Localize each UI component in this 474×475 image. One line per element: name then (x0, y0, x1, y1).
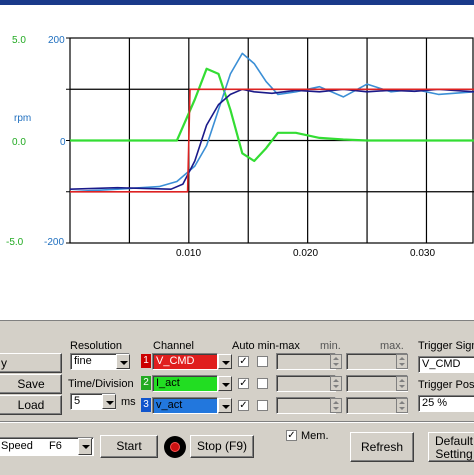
resolution-label: Resolution (70, 340, 122, 352)
auto-minmax-label: Auto min-max (232, 340, 300, 352)
trigger-position-input[interactable]: 25 % (418, 395, 474, 412)
channel-number: 2 (141, 376, 151, 390)
time-division-label: Time/Division (68, 378, 134, 390)
channel-number: 3 (141, 398, 151, 412)
channel-2-max-spinner[interactable] (396, 376, 408, 391)
left-axis-2-tick-mid: 0 (60, 137, 66, 148)
channel-3-min-field[interactable] (276, 397, 336, 414)
channel-3-min-spinner[interactable] (330, 398, 342, 413)
time-division-unit: ms (121, 396, 136, 408)
channel-1-auto-checkbox[interactable]: ✓ (238, 356, 249, 367)
trigger-position-label: Trigger Posit (418, 379, 474, 391)
refresh-button[interactable]: Refresh (350, 432, 414, 462)
channel-1-min-spinner[interactable] (330, 354, 342, 369)
x-tick-label: 0.010 (176, 248, 202, 259)
channel-1-max-spinner[interactable] (396, 354, 408, 369)
left-axis-2-unit: rpm (14, 113, 32, 124)
channel-label: Channel (153, 340, 194, 352)
left-axis-1-tick-top: 5.0 (12, 35, 26, 46)
trigger-signal-select[interactable]: V_CMD (418, 356, 474, 373)
channel-1-min-field[interactable] (276, 353, 336, 370)
stop-button[interactable]: Stop (F9) (190, 435, 254, 458)
panel-separator (0, 421, 474, 423)
left-axis-1-tick-mid: 0.0 (12, 137, 26, 148)
channel-2-dropdown-arrow[interactable] (218, 376, 232, 391)
channel-2-min-field[interactable] (276, 375, 336, 392)
time-division-dropdown-arrow[interactable] (102, 394, 116, 409)
resolution-dropdown-arrow[interactable] (116, 354, 130, 369)
speed-dropdown-arrow[interactable] (78, 438, 92, 455)
channel-3-max-spinner[interactable] (396, 398, 408, 413)
start-button[interactable]: Start (100, 435, 158, 458)
load-button[interactable]: Load (0, 395, 62, 415)
channel-number: 1 (141, 354, 151, 368)
speed-select-key: F6 (49, 440, 62, 452)
scope-chart (0, 0, 474, 244)
max-label: max. (380, 340, 404, 352)
series-line-i-act (70, 67, 474, 163)
left-axis-1-tick-bottom: -5.0 (6, 237, 24, 248)
channel-2-min-spinner[interactable] (330, 376, 342, 391)
window-title-strip (0, 0, 474, 5)
default-setting-button[interactable]: Default Setting (428, 432, 474, 462)
channel-3-extra-checkbox[interactable] (257, 400, 268, 411)
channel-3-auto-checkbox[interactable]: ✓ (238, 400, 249, 411)
save-button[interactable]: Save (0, 374, 62, 394)
mem-label: Mem. (301, 430, 329, 442)
min-label: min. (320, 340, 341, 352)
series-line-v-act (69, 52, 474, 193)
x-tick-label: 0.020 (293, 248, 319, 259)
channel-1-select[interactable]: V_CMD (152, 353, 218, 370)
record-status-inner (170, 442, 180, 452)
trigger-signal-label: Trigger Signa (418, 340, 474, 352)
channel-3-dropdown-arrow[interactable] (218, 398, 232, 413)
channel-2-select[interactable]: I_act (152, 375, 218, 392)
channel-1-dropdown-arrow[interactable] (218, 354, 232, 369)
channel-1-extra-checkbox[interactable] (257, 356, 268, 367)
channel-2-extra-checkbox[interactable] (257, 378, 268, 389)
left-axis-2-tick-bottom: -200 (44, 237, 65, 248)
x-tick-label: 0.030 (410, 248, 436, 259)
speed-select-label: Speed (1, 440, 33, 452)
mem-checkbox[interactable]: ✓ (286, 430, 297, 441)
left-axis-2-tick-top: 200 (48, 35, 65, 46)
apply-button[interactable]: y (0, 353, 62, 373)
channel-2-auto-checkbox[interactable]: ✓ (238, 378, 249, 389)
channel-3-select[interactable]: v_act (152, 397, 218, 414)
record-status-icon (164, 436, 186, 458)
